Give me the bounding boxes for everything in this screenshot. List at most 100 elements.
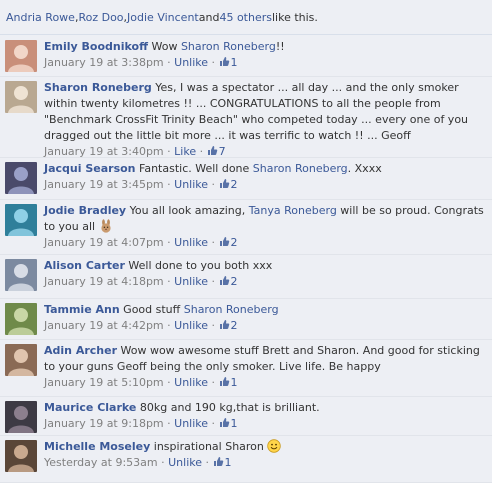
thumbs-up-icon — [213, 456, 224, 467]
like-count-value: 2 — [230, 319, 238, 332]
comment-meta: January 19 at 3:38pm · Unlike · 1 — [44, 55, 486, 71]
comment-author-link[interactable]: Alison Carter — [44, 259, 125, 272]
meta-separator: · — [208, 319, 219, 332]
comment-timestamp[interactable]: January 19 at 3:38pm — [44, 56, 164, 69]
meta-separator: · — [163, 236, 175, 249]
comment-like-count[interactable]: 1 — [219, 417, 238, 430]
avatar[interactable] — [5, 40, 37, 72]
comment-author-link[interactable]: Emily Boodnikoff — [44, 40, 148, 53]
comment-like-count[interactable]: 1 — [219, 56, 238, 69]
liker-link[interactable]: Roz Doo — [78, 11, 123, 24]
comment-body: Emily Boodnikoff Wow Sharon Roneberg!! Ja… — [44, 39, 486, 71]
like-toggle-button[interactable]: Unlike — [174, 178, 208, 191]
liker-link[interactable]: Jodie Vincent — [127, 11, 199, 24]
thumbs-up-icon — [219, 417, 230, 428]
comment-body: Tammie Ann Good stuff Sharon Roneberg Jan… — [44, 302, 486, 334]
meta-separator: · — [208, 275, 219, 288]
avatar[interactable] — [5, 204, 37, 236]
comment-timestamp[interactable]: Yesterday at 9:53am — [44, 456, 158, 469]
comment-item: Emily Boodnikoff Wow Sharon Roneberg!! Ja… — [0, 36, 492, 77]
like-count-value: 1 — [224, 456, 232, 469]
avatar[interactable] — [5, 259, 37, 291]
comment-content: Sharon Roneberg Yes, I was a spectator .… — [44, 80, 486, 144]
comment-author-link[interactable]: Tammie Ann — [44, 303, 120, 316]
bunny-emoji-icon — [99, 219, 113, 233]
like-toggle-button[interactable]: Unlike — [174, 275, 208, 288]
avatar[interactable] — [5, 81, 37, 113]
comment-timestamp[interactable]: January 19 at 3:40pm — [44, 145, 164, 158]
thumbs-up-icon — [219, 376, 230, 387]
comment-body: Jacqui Searson Fantastic. Well done Shar… — [44, 161, 486, 193]
avatar[interactable] — [5, 162, 37, 194]
thumbs-up-icon — [219, 319, 230, 330]
comment-item: Alison Carter Well done to you both xxx J… — [0, 255, 492, 299]
comment-timestamp[interactable]: January 19 at 4:18pm — [44, 275, 164, 288]
comment-meta: January 19 at 4:18pm · Unlike · 2 — [44, 274, 486, 290]
comment-timestamp[interactable]: January 19 at 9:18pm — [44, 417, 164, 430]
like-toggle-button[interactable]: Unlike — [174, 56, 208, 69]
comment-like-count[interactable]: 7 — [207, 145, 226, 158]
mention-link[interactable]: Sharon Roneberg — [253, 162, 348, 175]
meta-separator: · — [163, 376, 175, 389]
thumbs-up-icon — [219, 178, 230, 189]
comment-like-count[interactable]: 1 — [213, 456, 232, 469]
comment-body: Michelle Moseley inspirational Sharon Ye… — [44, 439, 486, 471]
meta-separator: · — [208, 417, 219, 430]
thumbs-up-icon — [207, 145, 218, 156]
comment-text: Well done to you both xxx — [128, 259, 273, 272]
separator-text: and — [198, 10, 220, 24]
likes-summary: Andria Rowe, Roz Doo, Jodie Vincent and … — [0, 0, 492, 35]
liker-link[interactable]: Andria Rowe — [6, 11, 75, 24]
meta-separator: · — [196, 145, 207, 158]
comment-content: Emily Boodnikoff Wow Sharon Roneberg!! — [44, 39, 486, 55]
like-count-value: 2 — [230, 178, 238, 191]
like-toggle-button[interactable]: Unlike — [174, 236, 208, 249]
avatar[interactable] — [5, 344, 37, 376]
comment-timestamp[interactable]: January 19 at 4:07pm — [44, 236, 164, 249]
comments-panel: Andria Rowe, Roz Doo, Jodie Vincent and … — [0, 0, 492, 483]
comment-like-count[interactable]: 2 — [219, 275, 238, 288]
like-toggle-button[interactable]: Unlike — [174, 319, 208, 332]
like-toggle-button[interactable]: Like — [174, 145, 196, 158]
like-count-value: 1 — [230, 376, 238, 389]
comment-like-count[interactable]: 1 — [219, 376, 238, 389]
meta-separator: · — [208, 56, 219, 69]
comment-like-count[interactable]: 2 — [219, 236, 238, 249]
comment-like-count[interactable]: 2 — [219, 178, 238, 191]
comment-author-link[interactable]: Maurice Clarke — [44, 401, 136, 414]
comment-body: Sharon Roneberg Yes, I was a spectator .… — [44, 80, 486, 160]
comment-text: Fantastic. Well done — [139, 162, 253, 175]
likes-tail-text: like this. — [271, 10, 318, 24]
comment-author-link[interactable]: Jacqui Searson — [44, 162, 136, 175]
like-toggle-button[interactable]: Unlike — [168, 456, 202, 469]
comment-text: Good stuff — [123, 303, 184, 316]
like-count-value: 2 — [230, 236, 238, 249]
comment-author-link[interactable]: Michelle Moseley — [44, 440, 150, 453]
comment-like-count[interactable]: 2 — [219, 319, 238, 332]
avatar[interactable] — [5, 303, 37, 335]
comment-author-link[interactable]: Adin Archer — [44, 344, 117, 357]
comment-text: !! — [275, 40, 285, 53]
comment-content: Maurice Clarke 80kg and 190 kg,that is b… — [44, 400, 486, 416]
like-count-value: 1 — [230, 417, 238, 430]
meta-separator: · — [157, 456, 169, 469]
mention-link[interactable]: Tanya Roneberg — [249, 204, 337, 217]
comment-timestamp[interactable]: January 19 at 3:45pm — [44, 178, 164, 191]
meta-separator: · — [163, 319, 175, 332]
mention-link[interactable]: Sharon Roneberg — [184, 303, 279, 316]
comment-item: Jacqui Searson Fantastic. Well done Shar… — [0, 158, 492, 200]
comment-author-link[interactable]: Jodie Bradley — [44, 204, 126, 217]
others-link[interactable]: 45 others — [219, 11, 272, 24]
like-toggle-button[interactable]: Unlike — [174, 376, 208, 389]
comment-author-link[interactable]: Sharon Roneberg — [44, 81, 152, 94]
meta-separator: · — [163, 178, 175, 191]
comment-meta: January 19 at 9:18pm · Unlike · 1 — [44, 416, 486, 432]
like-toggle-button[interactable]: Unlike — [174, 417, 208, 430]
comment-meta: Yesterday at 9:53am · Unlike · 1 — [44, 455, 486, 471]
avatar[interactable] — [5, 401, 37, 433]
comment-timestamp[interactable]: January 19 at 5:10pm — [44, 376, 164, 389]
avatar[interactable] — [5, 440, 37, 472]
mention-link[interactable]: Sharon Roneberg — [181, 40, 276, 53]
comment-body: Jodie Bradley You all look amazing, Tany… — [44, 203, 486, 251]
comment-timestamp[interactable]: January 19 at 4:42pm — [44, 319, 164, 332]
